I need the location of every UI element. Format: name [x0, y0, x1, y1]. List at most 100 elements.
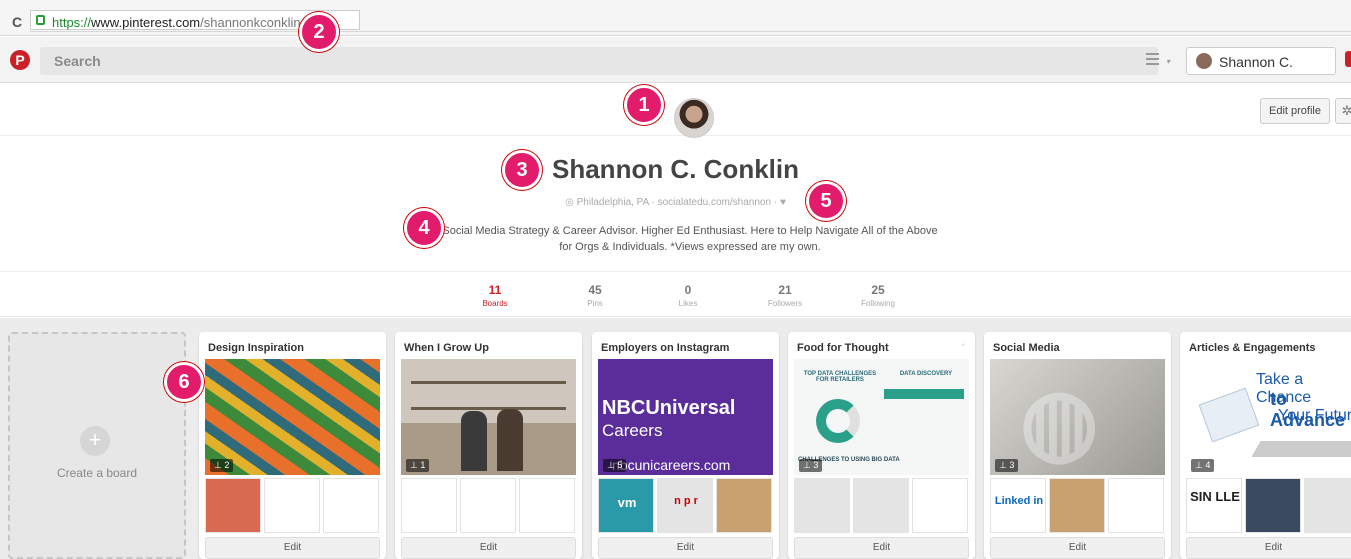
- pin-count: ⊥ 3: [799, 459, 823, 472]
- board-thumbnails: SIN LLE: [1186, 478, 1351, 533]
- thumbnail-text: vm: [617, 495, 637, 510]
- edit-board-button[interactable]: Edit: [990, 537, 1165, 559]
- plus-icon: +: [80, 426, 110, 456]
- url-text[interactable]: https://www.pinterest.com/shannonkconkli…: [52, 15, 301, 30]
- board-title[interactable]: Social Media: [993, 342, 1060, 354]
- board-cover[interactable]: ⊥ 2: [205, 359, 380, 475]
- board-thumbnail[interactable]: [716, 478, 772, 533]
- board-card[interactable]: Social Media ◍ ⊥ 3 Linked in Edit: [984, 332, 1171, 559]
- edit-board-button[interactable]: Edit: [205, 537, 380, 559]
- board-card[interactable]: Design Inspiration ⊥ 2 Edit: [199, 332, 386, 559]
- thumbnail-text: Linked in: [994, 495, 1044, 507]
- edit-profile-button[interactable]: Edit profile: [1260, 98, 1330, 124]
- pin-count-value: 3: [813, 460, 819, 470]
- create-board-button[interactable]: + Create a board: [8, 332, 186, 559]
- board-title[interactable]: Articles & Engagements: [1189, 342, 1316, 354]
- board-thumbnail[interactable]: [1049, 478, 1105, 533]
- board-card[interactable]: Articles & Engagements Take a Chance to …: [1180, 332, 1351, 559]
- board-thumbnails: vm n p r: [598, 478, 773, 533]
- menu-icon[interactable]: ▾: [1146, 53, 1170, 67]
- board-title[interactable]: Employers on Instagram: [601, 342, 729, 354]
- pin-count-value: 1: [420, 460, 426, 470]
- board-thumbnail[interactable]: Linked in: [990, 478, 1046, 533]
- stat-label: Likes: [678, 299, 698, 308]
- edit-board-button[interactable]: Edit: [1186, 537, 1351, 559]
- pinterest-logo-icon[interactable]: P: [10, 50, 30, 70]
- divider: [30, 31, 1351, 32]
- board-thumbnail[interactable]: [794, 478, 850, 533]
- cover-text: Your Future: [1278, 407, 1351, 424]
- pin-count: ⊥ 2: [210, 459, 234, 472]
- board-thumbnail[interactable]: [205, 478, 261, 533]
- stat-following[interactable]: 25 Following: [838, 283, 918, 308]
- stat-boards[interactable]: 11 Boards: [455, 283, 535, 308]
- stat-label: Followers: [767, 299, 803, 308]
- board-cover[interactable]: Take a Chance to Advance Your Future ⊥ 4: [1186, 359, 1351, 475]
- user-name: Shannon C.: [1219, 54, 1293, 70]
- board-thumbnail[interactable]: [1304, 478, 1351, 533]
- annotation-badge: 5: [806, 181, 846, 221]
- website-link[interactable]: socialatedu.com/shannon: [658, 197, 771, 208]
- board-cover[interactable]: ◍ ⊥ 3: [990, 359, 1165, 475]
- stat-label: Following: [861, 299, 895, 308]
- create-board-label: Create a board: [56, 466, 138, 480]
- reload-icon[interactable]: C: [12, 14, 22, 30]
- board-thumbnail[interactable]: vm: [598, 478, 654, 533]
- board-title[interactable]: Design Inspiration: [208, 342, 304, 354]
- pin-count-value: 4: [1205, 460, 1211, 470]
- board-title[interactable]: When I Grow Up: [404, 342, 489, 354]
- cover-text: DATA DISCOVERY: [899, 371, 953, 377]
- user-menu-button[interactable]: Shannon C.: [1186, 47, 1336, 75]
- board-cover[interactable]: NBCUniversal Careers nbcunicareers.com ⊥…: [598, 359, 773, 475]
- stat-number: 11: [488, 283, 502, 297]
- gear-icon[interactable]: ✲: [1335, 98, 1351, 124]
- stat-number: 21: [778, 283, 792, 297]
- board-thumbnail[interactable]: SIN LLE: [1186, 478, 1242, 533]
- pin-count-value: 5: [617, 460, 623, 470]
- board-thumbnail: [460, 478, 516, 533]
- edit-board-button[interactable]: Edit: [401, 537, 576, 559]
- board-thumbnail[interactable]: n p r: [657, 478, 713, 533]
- pin-count-value: 3: [1009, 460, 1015, 470]
- search-input[interactable]: Search: [40, 47, 1158, 75]
- chevron-down-icon: ▾: [1165, 57, 1170, 66]
- stat-number: 0: [684, 283, 692, 297]
- board-title[interactable]: Food for Thought: [797, 342, 889, 354]
- lock-icon: [36, 15, 45, 25]
- stat-followers[interactable]: 21 Followers: [745, 283, 825, 308]
- edit-board-button[interactable]: Edit: [598, 537, 773, 559]
- board-card[interactable]: Food for Thought ◦ TOP DATA CHALLENGES F…: [788, 332, 975, 559]
- pin-count: ⊥ 3: [995, 459, 1019, 472]
- board-thumbnail: [1108, 478, 1164, 533]
- board-thumbnails: [205, 478, 380, 533]
- stat-likes[interactable]: 0 Likes: [648, 283, 728, 308]
- board-thumbnail[interactable]: [1245, 478, 1301, 533]
- board-thumbnail: [264, 478, 320, 533]
- stat-label: Pins: [587, 299, 603, 308]
- board-cover[interactable]: TOP DATA CHALLENGES FOR RETAILERS DATA D…: [794, 359, 969, 475]
- edit-board-button[interactable]: Edit: [794, 537, 969, 559]
- profile-name: Shannon C. Conklin: [552, 154, 799, 184]
- notification-icon[interactable]: [1345, 51, 1351, 67]
- board-card[interactable]: Employers on Instagram NBCUniversal Care…: [592, 332, 779, 559]
- annotation-badge: 2: [299, 12, 339, 52]
- board-thumbnails: [401, 478, 576, 533]
- pin-count: ⊥ 4: [1191, 459, 1215, 472]
- twitter-icon[interactable]: ♥: [780, 197, 786, 208]
- url-scheme: https://: [52, 15, 92, 30]
- stat-number: 45: [588, 283, 602, 297]
- profile-stats: 11 Boards 45 Pins 0 Likes 21 Followers 2…: [0, 271, 1351, 317]
- pin-count: ⊥ 1: [406, 459, 430, 472]
- thumbnail-text: SIN LLE: [1190, 489, 1240, 504]
- cover-text: nbcunicareers.com: [612, 457, 731, 473]
- avatar: [1196, 53, 1212, 69]
- location-text: Philadelphia, PA: [576, 197, 649, 208]
- board-thumbnail[interactable]: [853, 478, 909, 533]
- board-cover[interactable]: ⊥ 1: [401, 359, 576, 475]
- profile-avatar[interactable]: [674, 98, 714, 138]
- board-card[interactable]: When I Grow Up ⊥ 1 Edit: [395, 332, 582, 559]
- board-thumbnails: [794, 478, 969, 533]
- stat-pins[interactable]: 45 Pins: [555, 283, 635, 308]
- board-thumbnail: [519, 478, 575, 533]
- cover-text: NBCUniversal: [602, 397, 736, 419]
